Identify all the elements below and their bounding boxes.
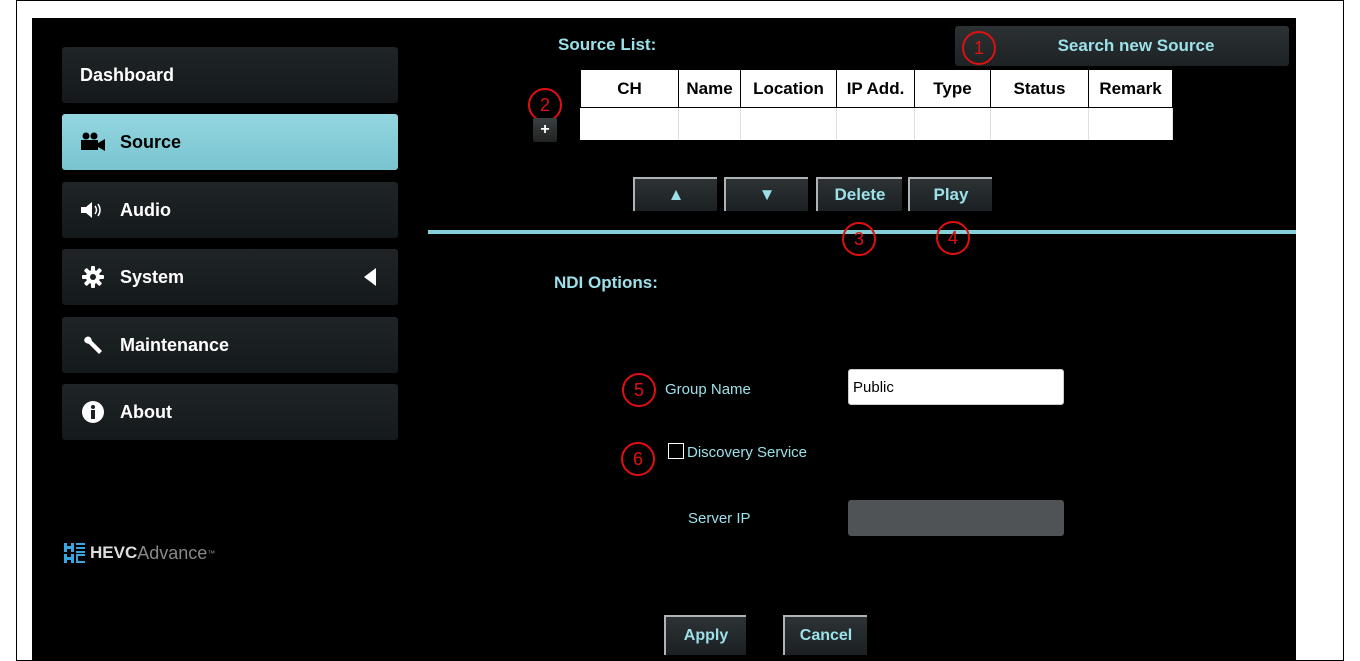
column-header-ip[interactable]: IP Add. xyxy=(836,69,915,108)
column-header-remark[interactable]: Remark xyxy=(1088,69,1173,108)
add-source-button[interactable]: + xyxy=(533,118,557,142)
hevc-advance-logo: HEVC Advance ™ xyxy=(64,542,215,564)
source-list-title: Source List: xyxy=(558,35,657,54)
table-row[interactable] xyxy=(580,107,1173,140)
table-cell xyxy=(580,107,679,140)
sidebar-item-dashboard[interactable]: Dashboard xyxy=(62,47,398,103)
delete-button[interactable]: Delete xyxy=(816,177,902,211)
sidebar-item-source[interactable]: Source xyxy=(62,114,398,170)
move-up-button[interactable]: ▲ xyxy=(633,177,717,211)
column-header-location[interactable]: Location xyxy=(740,69,837,108)
info-icon xyxy=(80,400,106,424)
annotation-badge-2: 2 xyxy=(528,88,562,122)
collapse-arrow-icon[interactable] xyxy=(364,268,376,286)
move-down-button[interactable]: ▼ xyxy=(724,177,808,211)
discovery-service-checkbox[interactable] xyxy=(668,443,684,459)
play-button[interactable]: Play xyxy=(908,177,992,211)
sidebar-item-about[interactable]: About xyxy=(62,384,398,440)
logo-trademark: ™ xyxy=(207,548,216,558)
discovery-service-label: Discovery Service xyxy=(687,444,808,461)
table-cell xyxy=(1088,107,1173,140)
wrench-icon xyxy=(80,333,106,357)
group-name-label: Group Name xyxy=(665,381,751,398)
column-header-type[interactable]: Type xyxy=(914,69,991,108)
annotation-badge-3: 3 xyxy=(842,222,876,256)
annotation-badge-6: 6 xyxy=(621,442,655,476)
annotation-badge-4: 4 xyxy=(936,221,970,255)
table-cell xyxy=(914,107,991,140)
logo-text-hevc: HEVC xyxy=(90,543,138,562)
cancel-button[interactable]: Cancel xyxy=(783,615,867,655)
gear-icon xyxy=(80,265,106,289)
group-name-input[interactable] xyxy=(848,369,1064,405)
video-camera-icon xyxy=(80,130,106,154)
app-window: Dashboard Source Audio System Maintenanc… xyxy=(32,18,1296,661)
column-header-name[interactable]: Name xyxy=(678,69,741,108)
sidebar-item-label: Dashboard xyxy=(80,64,175,85)
sidebar-item-audio[interactable]: Audio xyxy=(62,182,398,238)
source-table: CH Name Location IP Add. Type Status Rem… xyxy=(580,69,1173,140)
sidebar-item-label: System xyxy=(120,266,185,287)
hevc-logo-icon xyxy=(64,542,86,564)
column-header-ch[interactable]: CH xyxy=(580,69,679,108)
table-cell xyxy=(990,107,1089,140)
sidebar: Dashboard Source Audio System Maintenanc… xyxy=(32,18,402,661)
speaker-icon xyxy=(80,198,106,222)
table-header-row: CH Name Location IP Add. Type Status Rem… xyxy=(580,69,1173,108)
server-ip-label: Server IP xyxy=(688,510,751,527)
sidebar-item-label: Maintenance xyxy=(120,334,230,355)
sidebar-item-maintenance[interactable]: Maintenance xyxy=(62,317,398,373)
sidebar-item-label: Source xyxy=(120,131,182,152)
server-ip-input[interactable] xyxy=(848,500,1064,536)
sidebar-item-label: Audio xyxy=(120,199,171,220)
sidebar-item-system[interactable]: System xyxy=(62,249,398,305)
apply-button[interactable]: Apply xyxy=(664,615,746,655)
sidebar-item-label: About xyxy=(120,401,172,422)
logo-text-advance: Advance xyxy=(137,542,208,563)
annotation-badge-5: 5 xyxy=(622,373,656,407)
table-cell xyxy=(678,107,741,140)
table-cell xyxy=(740,107,837,140)
search-new-source-button[interactable]: Search new Source xyxy=(955,26,1289,66)
table-cell xyxy=(836,107,915,140)
annotation-badge-1: 1 xyxy=(962,31,996,65)
ndi-options-title: NDI Options: xyxy=(554,273,658,292)
column-header-status[interactable]: Status xyxy=(990,69,1089,108)
